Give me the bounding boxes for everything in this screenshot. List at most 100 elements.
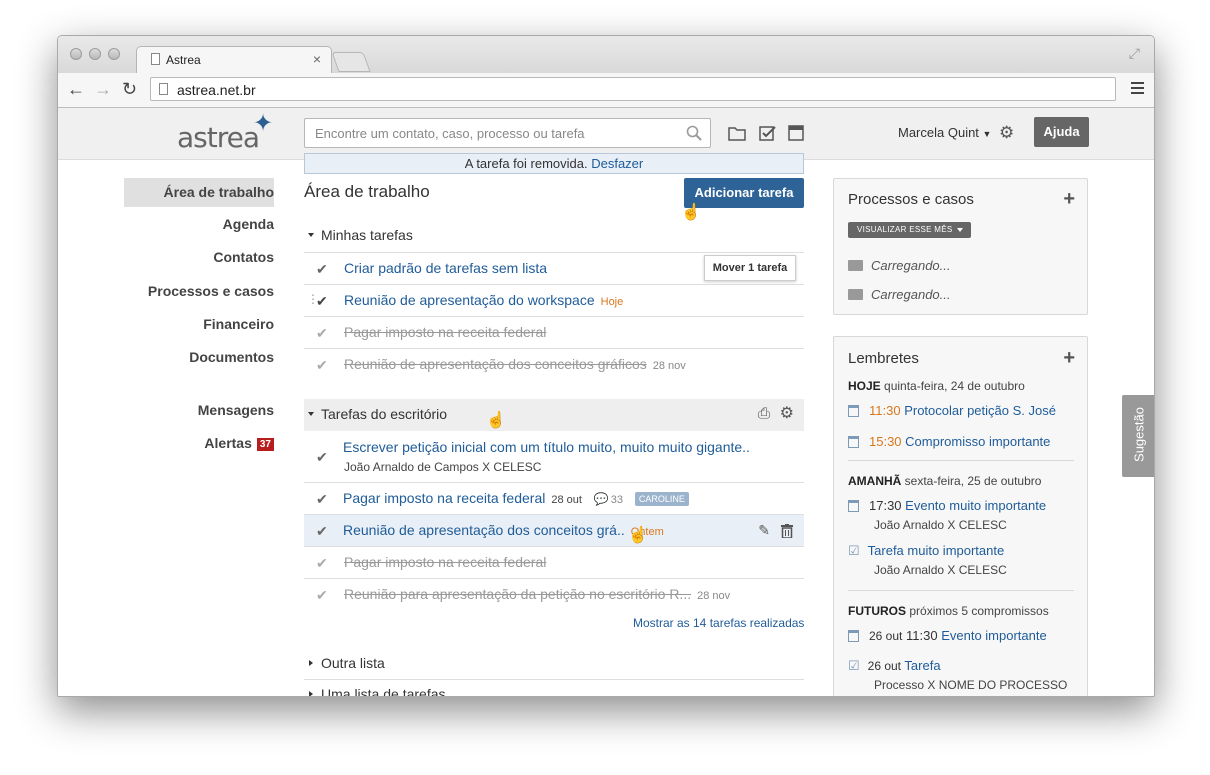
check-icon[interactable]: ✔ — [316, 293, 328, 310]
task-row[interactable]: ✔ Reunião para apresentação da petição n… — [304, 578, 804, 610]
sidebar-item-contatos[interactable]: Contatos — [213, 249, 274, 265]
view-month-dropdown[interactable]: VISUALIZAR ESSE MÊS — [848, 222, 971, 238]
check-icon[interactable]: ✔ — [316, 325, 328, 342]
feedback-tab[interactable]: Sugestão — [1122, 395, 1154, 477]
process-item[interactable]: Carregando... — [848, 287, 951, 302]
task-row[interactable]: ✔ Pagar imposto na receita federal 28 out… — [304, 482, 804, 514]
task-label[interactable]: Reunião de apresentação do workspace Hoje — [344, 292, 623, 308]
sidebar-item-processos[interactable]: Processos e casos — [148, 283, 274, 299]
caret-right-icon — [309, 691, 313, 696]
close-window-button[interactable] — [70, 48, 82, 60]
back-arrow-icon[interactable]: ← — [67, 79, 85, 100]
task-label[interactable]: Pagar imposto na receita federal 28 out 💬… — [343, 490, 689, 506]
check-icon[interactable]: ✔ — [316, 555, 328, 572]
reminder-item[interactable]: 26 out 11:30 Evento importante — [848, 628, 1047, 643]
task-label[interactable]: Reunião para apresentação da petição no … — [344, 586, 730, 602]
check-icon[interactable]: ✔ — [316, 449, 328, 466]
check-icon[interactable]: ✔ — [316, 523, 328, 540]
reminder-case: João Arnaldo X CELESC — [874, 563, 1007, 577]
task-label[interactable]: Pagar imposto na receita federal — [344, 554, 546, 570]
task-label[interactable]: Reunião de apresentação dos conceitos gr… — [343, 522, 664, 538]
panel-title: Lembretes — [848, 350, 919, 367]
fullscreen-icon[interactable]: ⤢ — [1129, 45, 1140, 62]
task-row[interactable]: ✔ Pagar imposto na receita federal — [304, 546, 804, 578]
reminder-item[interactable]: ☑ 26 out Tarefa — [848, 658, 941, 674]
hand-cursor-icon: ☝ — [486, 412, 506, 429]
help-button[interactable]: Ajuda — [1034, 117, 1089, 147]
user-menu[interactable]: Marcela Quint ▼ — [898, 125, 991, 140]
print-icon[interactable]: ⎙ — [758, 399, 770, 429]
office-tasks-header[interactable]: Tarefas do escritório ⎙ ⚙ — [304, 399, 804, 431]
due-tag: Hoje — [600, 296, 624, 308]
task-row-hovered[interactable]: ✔ Reunião de apresentação dos conceitos … — [304, 514, 804, 546]
folder-icon — [848, 260, 863, 271]
gear-icon[interactable]: ⚙ — [999, 123, 1014, 143]
forward-arrow-icon[interactable]: → — [94, 79, 112, 100]
search-box[interactable] — [304, 118, 711, 148]
task-label[interactable]: Pagar imposto na receita federal — [344, 324, 546, 340]
caret-down-icon — [308, 233, 314, 238]
add-task-button[interactable]: Adicionar tarefa — [684, 178, 804, 208]
sidebar-item-alertas[interactable]: Alertas 37 — [204, 435, 274, 451]
reminder-case: Processo X NOME DO PROCESSO — [874, 678, 1068, 692]
task-label[interactable]: Reunião de apresentação dos conceitos gr… — [344, 356, 686, 372]
processes-panel: Processos e casos + VISUALIZAR ESSE MÊS … — [833, 178, 1088, 315]
show-completed-link[interactable]: Mostrar as 14 tarefas realizadas — [633, 616, 804, 630]
check-icon[interactable]: ✔ — [316, 261, 328, 278]
check-icon[interactable]: ✔ — [316, 491, 328, 508]
divider — [848, 590, 1074, 591]
sidebar-item-area-de-trabalho[interactable]: Área de trabalho — [164, 184, 274, 200]
close-tab-icon[interactable]: × — [313, 51, 321, 67]
gear-icon[interactable]: ⚙ — [780, 399, 794, 429]
reminders-panel: Lembretes + HOJE quinta-feira, 24 de out… — [833, 336, 1088, 696]
sidebar-item-agenda[interactable]: Agenda — [223, 216, 274, 232]
zoom-window-button[interactable] — [108, 48, 120, 60]
other-list-header[interactable]: Outra lista — [304, 655, 804, 685]
add-process-icon[interactable]: + — [1063, 188, 1075, 211]
calendar-icon — [848, 630, 859, 642]
check-icon[interactable]: ✔ — [316, 357, 328, 374]
add-reminder-icon[interactable]: + — [1063, 347, 1075, 370]
reload-icon[interactable]: ↻ — [122, 79, 137, 100]
reminder-item[interactable]: 17:30 Evento muito importante — [848, 498, 1046, 513]
calendar-icon[interactable] — [788, 125, 806, 141]
pencil-icon[interactable]: ✎ — [758, 522, 770, 539]
address-bar[interactable]: astrea.net.br — [150, 77, 1116, 101]
comments-icon: 💬 — [593, 492, 609, 506]
astrea-logo[interactable]: astrea ✦ — [177, 109, 273, 154]
task-label[interactable]: Criar padrão de tarefas sem lista — [344, 260, 547, 276]
page-icon — [159, 83, 168, 95]
task-row[interactable]: ✔ Escrever petição inicial com um título… — [304, 431, 804, 482]
reminder-item[interactable]: ☑ Tarefa muito importante — [848, 543, 1004, 559]
search-icon[interactable] — [686, 125, 702, 141]
task-row[interactable]: ⋮ ✔ Reunião de apresentação do workspace… — [304, 284, 804, 316]
task-check-icon: ☑ — [848, 658, 860, 673]
task-row[interactable]: ✔ Pagar imposto na receita federal — [304, 316, 804, 348]
trash-icon[interactable] — [781, 524, 793, 538]
check-icon[interactable]: ✔ — [316, 587, 328, 604]
sidebar-item-documentos[interactable]: Documentos — [189, 349, 274, 365]
sidebar-item-financeiro[interactable]: Financeiro — [203, 316, 274, 332]
reminder-item[interactable]: 11:30 Protocolar petição S. José — [848, 403, 1056, 418]
menu-icon[interactable] — [1131, 82, 1144, 97]
task-label[interactable]: Escrever petição inicial com um título m… — [343, 439, 750, 455]
search-input[interactable] — [313, 125, 677, 142]
assignee-badge: CAROLINE — [634, 492, 689, 506]
reminder-case: João Arnaldo X CELESC — [874, 518, 1007, 532]
reminder-item[interactable]: 15:30 Compromisso importante — [848, 434, 1050, 449]
sidebar-item-mensagens[interactable]: Mensagens — [198, 402, 274, 418]
task-list-header[interactable]: Uma lista de tarefas — [304, 686, 804, 696]
task-row[interactable]: ✔ Reunião de apresentação dos conceitos … — [304, 348, 804, 380]
page-title: Área de trabalho — [304, 182, 430, 201]
page-icon — [151, 53, 160, 65]
new-tab-button[interactable] — [331, 52, 371, 72]
minimize-window-button[interactable] — [89, 48, 101, 60]
folder-icon[interactable] — [728, 125, 746, 141]
url-text: astrea.net.br — [177, 82, 256, 98]
browser-tab[interactable]: Astrea × — [136, 46, 332, 73]
task-check-icon[interactable] — [759, 125, 777, 141]
process-item[interactable]: Carregando... — [848, 258, 951, 273]
undo-link[interactable]: Desfazer — [591, 156, 643, 171]
tab-strip: Astrea × ⤢ — [58, 36, 1154, 73]
task-date: 28 out — [551, 494, 582, 506]
